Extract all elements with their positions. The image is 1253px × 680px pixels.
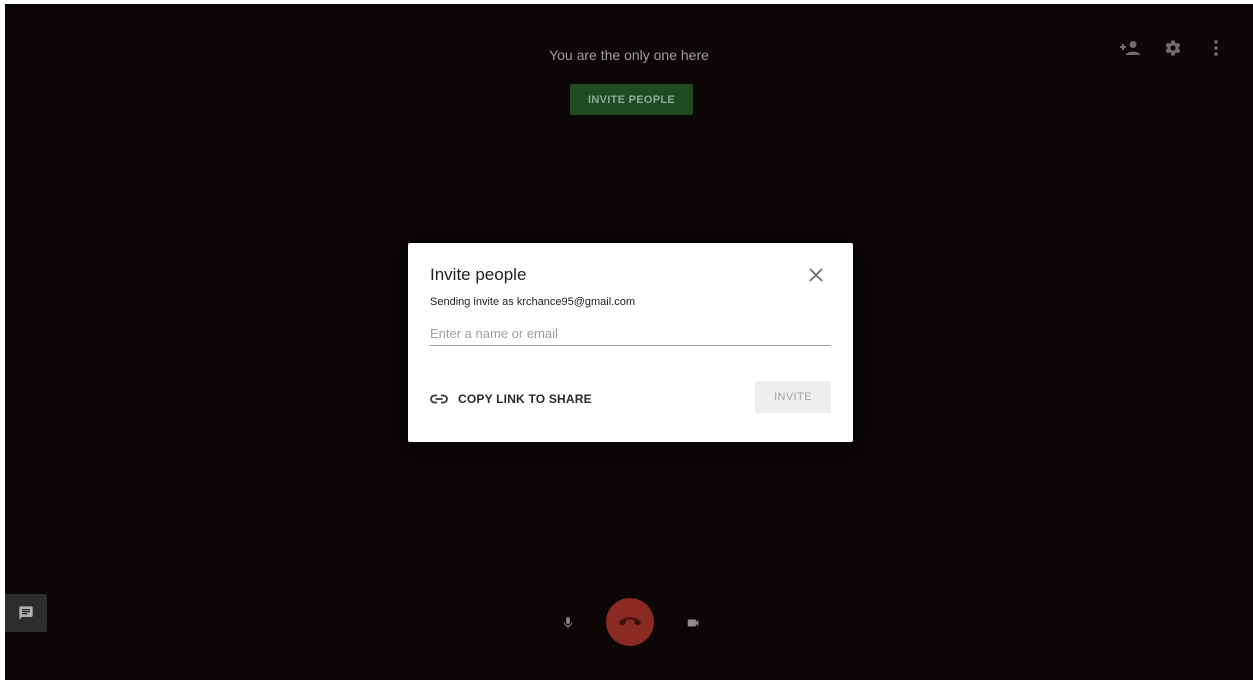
gear-icon[interactable] [1162, 37, 1184, 59]
invite-people-button[interactable]: INVITE PEOPLE [570, 84, 693, 115]
call-controls [5, 598, 1253, 648]
close-button[interactable] [804, 263, 828, 287]
mic-button[interactable] [556, 611, 580, 635]
status-text: You are the only one here [549, 47, 709, 63]
link-icon [430, 394, 448, 404]
add-person-icon[interactable] [1119, 37, 1141, 59]
copy-link-label: COPY LINK TO SHARE [458, 392, 592, 406]
sender-text: Sending invite as krchance95@gmail.com [430, 296, 635, 308]
top-toolbar [1119, 37, 1227, 59]
close-icon [809, 268, 823, 282]
invite-email-input[interactable] [430, 321, 831, 346]
dialog-title: Invite people [430, 265, 527, 284]
mic-icon [563, 617, 573, 629]
more-vert-icon[interactable] [1205, 37, 1227, 59]
invite-submit-button[interactable]: INVITE [755, 381, 831, 413]
copy-link-button[interactable]: COPY LINK TO SHARE [430, 389, 592, 409]
invite-dialog: Invite people Sending invite as krchance… [408, 243, 853, 442]
hangup-icon [619, 617, 641, 626]
hangup-button[interactable] [606, 598, 654, 646]
camera-button[interactable] [681, 611, 705, 635]
camera-icon [687, 619, 699, 627]
